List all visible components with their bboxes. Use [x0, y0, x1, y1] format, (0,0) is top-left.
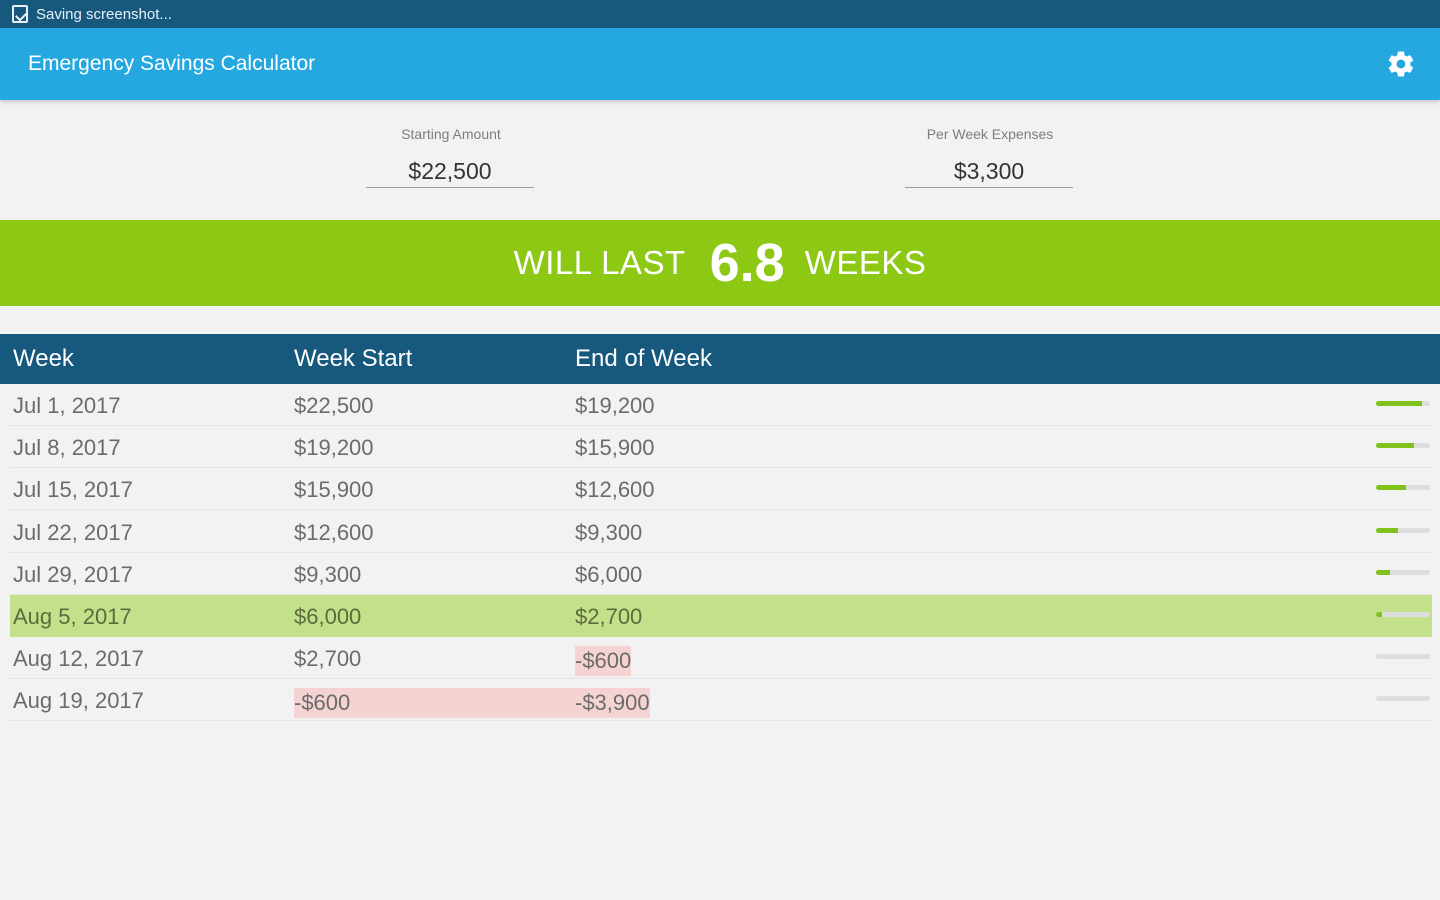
remaining-progress-fill	[1376, 485, 1407, 491]
per-week-expenses-label: Per Week Expenses	[926, 126, 1054, 142]
starting-amount-label: Starting Amount	[401, 126, 501, 142]
row-week-date: Aug 12, 2017	[13, 646, 144, 672]
remaining-progress-fill	[1376, 569, 1391, 575]
screenshot-icon	[12, 5, 28, 23]
row-end-of-week: $15,900	[575, 435, 655, 461]
row-week-start: $2,700	[294, 646, 362, 672]
remaining-progress-fill	[1376, 612, 1383, 617]
row-week-start: $22,500	[294, 393, 374, 418]
row-week-start: $15,900	[294, 477, 374, 503]
row-end-of-week: -$600	[575, 646, 632, 677]
per-week-expenses-field: Per Week Expenses	[905, 126, 1075, 188]
input-panel: Starting Amount Per Week Expenses	[0, 100, 1440, 220]
per-week-expenses-input[interactable]	[905, 156, 1073, 188]
result-suffix: WEEKS	[804, 244, 927, 281]
row-week-start: $9,300	[294, 561, 362, 587]
result-banner: WILL LAST 6.8 WEEKS	[0, 220, 1440, 306]
row-week-start: $6,000	[294, 604, 362, 629]
row-end-of-week: $2,700	[575, 604, 643, 629]
starting-amount-input[interactable]	[366, 156, 534, 188]
header-end-of-week: End of Week	[575, 345, 712, 372]
table-header: Week Week Start End of Week	[0, 334, 1440, 384]
remaining-progress-bar	[1376, 443, 1430, 449]
row-end-of-week: $9,300	[575, 519, 643, 545]
row-end-of-week: $12,600	[575, 477, 655, 503]
status-bar: Saving screenshot...	[0, 0, 1440, 28]
remaining-progress-fill	[1376, 443, 1415, 449]
row-end-of-week: $6,000	[575, 561, 643, 587]
row-week-date: Aug 19, 2017	[13, 688, 144, 714]
remaining-progress-bar	[1376, 696, 1430, 702]
row-week-date: Jul 22, 2017	[13, 519, 133, 545]
row-week-date: Jul 15, 2017	[13, 477, 133, 503]
table-row[interactable]: Aug 19, 2017 -$600 -$3,900	[10, 679, 1432, 722]
row-week-start: $19,200	[294, 435, 374, 461]
table-row[interactable]: Jul 8, 2017 $19,200 $15,900	[10, 426, 1432, 469]
app-title: Emergency Savings Calculator	[28, 52, 316, 75]
row-week-date: Jul 1, 2017	[13, 393, 121, 418]
header-week-start: Week Start	[294, 345, 413, 372]
table-row[interactable]: Jul 22, 2017 $12,600 $9,300	[10, 511, 1432, 553]
remaining-progress-fill	[1376, 527, 1399, 533]
result-weeks-number: 6.8	[709, 233, 785, 293]
app-bar: Emergency Savings Calculator	[0, 28, 1440, 100]
gear-icon[interactable]	[1386, 49, 1416, 79]
remaining-progress-bar	[1376, 401, 1430, 406]
table-row[interactable]: Aug 12, 2017 $2,700 -$600	[10, 637, 1432, 680]
row-week-date: Aug 5, 2017	[13, 604, 132, 629]
starting-amount-field: Starting Amount	[366, 126, 536, 188]
remaining-progress-bar	[1376, 654, 1430, 660]
table-row[interactable]: Aug 5, 2017 $6,000 $2,700	[10, 595, 1432, 637]
status-text: Saving screenshot...	[36, 5, 172, 23]
table-row[interactable]: Jul 29, 2017 $9,300 $6,000	[10, 553, 1432, 595]
row-week-start: $12,600	[294, 519, 374, 545]
row-end-of-week: $19,200	[575, 393, 655, 418]
table-row[interactable]: Jul 15, 2017 $15,900 $12,600	[10, 468, 1432, 511]
result-prefix: WILL LAST	[513, 244, 686, 281]
header-week: Week	[13, 345, 74, 372]
row-week-date: Jul 8, 2017	[13, 435, 121, 461]
row-end-of-week: -$3,900	[575, 688, 650, 719]
remaining-progress-bar	[1376, 485, 1430, 491]
remaining-progress-fill	[1376, 401, 1423, 406]
remaining-progress-bar	[1376, 612, 1430, 617]
table-row[interactable]: Jul 1, 2017 $22,500 $19,200	[10, 384, 1432, 426]
row-week-date: Jul 29, 2017	[13, 561, 133, 587]
remaining-progress-bar	[1376, 569, 1430, 575]
remaining-progress-bar	[1376, 527, 1430, 533]
